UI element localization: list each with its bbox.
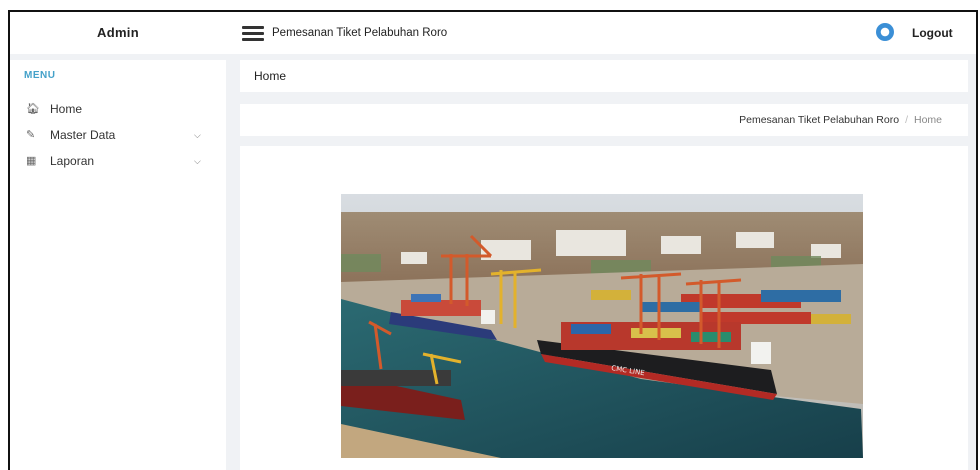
harbor-container-port-photo: CMC LINE (341, 194, 863, 458)
edit-icon: ✎ (26, 129, 36, 141)
sidebar: MENU 🏠︎ Home ✎ Master Data ⌵ ▦ Laporan ⌵ (10, 60, 226, 470)
hamburger-menu-icon[interactable] (242, 26, 264, 41)
calendar-icon: ▦ (26, 155, 37, 167)
main-content-card: CMC LINE (240, 146, 968, 470)
sidebar-item-label: Master Data (50, 128, 116, 142)
chevron-down-icon: ⌵ (194, 130, 201, 140)
sidebar-item-label: Home (50, 102, 83, 116)
sidebar-item-laporan[interactable]: ▦ Laporan ⌵ (10, 150, 226, 172)
home-icon: 🏠︎ (26, 103, 40, 115)
breadcrumb-current: Home (913, 114, 942, 126)
breadcrumb-card: Pemesanan Tiket Pelabuhan Roro / Home (240, 104, 968, 136)
chevron-down-icon: ⌵ (194, 156, 201, 166)
page-heading-card: Home (240, 60, 968, 92)
top-navbar: Admin Pemesanan Tiket Pelabuhan Roro Log… (10, 12, 976, 54)
breadcrumb-separator: / (905, 114, 908, 126)
brand-label: Admin (97, 25, 139, 40)
app-title: Pemesanan Tiket Pelabuhan Roro (272, 27, 448, 39)
sidebar-item-label: Laporan (50, 154, 95, 168)
user-avatar-icon[interactable] (876, 23, 894, 41)
sidebar-item-home[interactable]: 🏠︎ Home (10, 98, 226, 120)
app-frame: Admin Pemesanan Tiket Pelabuhan Roro Log… (8, 10, 978, 470)
breadcrumb: Pemesanan Tiket Pelabuhan Roro / Home (739, 104, 942, 136)
menu-heading: MENU (24, 70, 56, 81)
logout-button[interactable]: Logout (912, 12, 953, 54)
page-title: Home (254, 69, 287, 83)
sidebar-item-master-data[interactable]: ✎ Master Data ⌵ (10, 124, 226, 146)
breadcrumb-link-app[interactable]: Pemesanan Tiket Pelabuhan Roro (739, 114, 899, 126)
